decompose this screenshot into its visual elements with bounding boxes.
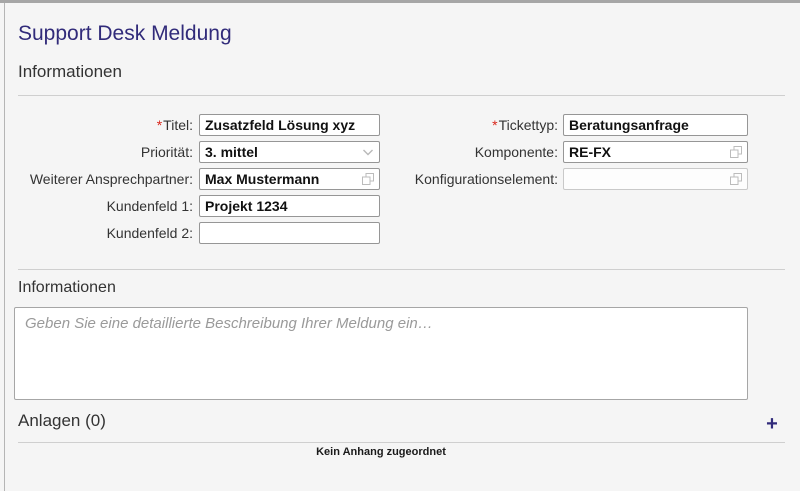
kundenfeld1-label: Kundenfeld 1: [8, 195, 193, 217]
value-help-icon[interactable] [729, 145, 743, 159]
konfigurationselement-input[interactable] [564, 169, 747, 189]
titel-field [199, 114, 380, 136]
description-textarea[interactable] [14, 307, 748, 400]
prioritaet-select[interactable]: 3. mittel [199, 141, 380, 163]
konfigurationselement-label: Konfigurationselement: [398, 168, 558, 190]
kundenfeld1-field [199, 195, 380, 217]
ansprechpartner-input[interactable] [200, 169, 379, 189]
kundenfeld2-input[interactable] [200, 223, 379, 243]
tickettyp-label: *Tickettyp: [398, 114, 558, 136]
konfigurationselement-field [563, 168, 748, 190]
value-help-icon[interactable] [729, 172, 743, 186]
divider [18, 95, 785, 96]
page-title: Support Desk Meldung [18, 22, 232, 46]
komponente-input[interactable] [564, 142, 747, 162]
required-marker: * [492, 117, 497, 133]
form-column-left: *Titel: Priorität: 3. mittel Weiterer An… [8, 114, 380, 244]
page-left-border [4, 3, 5, 491]
add-attachment-button[interactable]: + [758, 411, 786, 437]
ansprechpartner-field [199, 168, 380, 190]
komponente-field [563, 141, 748, 163]
kundenfeld1-input[interactable] [200, 196, 379, 216]
tickettyp-input[interactable] [564, 115, 747, 135]
form-column-right: *Tickettyp: Komponente: Konfigurationsel… [398, 114, 748, 190]
tickettyp-field [563, 114, 748, 136]
kundenfeld2-label: Kundenfeld 2: [8, 222, 193, 244]
ansprechpartner-label: Weiterer Ansprechpartner: [8, 168, 193, 190]
divider [18, 269, 785, 270]
chevron-down-icon [361, 145, 375, 159]
prioritaet-label: Priorität: [8, 141, 193, 163]
section-heading-informationen: Informationen [18, 62, 122, 82]
support-desk-form: Support Desk Meldung Informationen *Tite… [0, 0, 800, 491]
prioritaet-selected-value: 3. mittel [200, 142, 379, 162]
value-help-icon[interactable] [361, 172, 375, 186]
description-section-heading: Informationen [18, 279, 116, 297]
divider [18, 442, 785, 443]
komponente-label: Komponente: [398, 141, 558, 163]
titel-label: *Titel: [8, 114, 193, 136]
kundenfeld2-field [199, 222, 380, 244]
required-marker: * [157, 117, 162, 133]
attachments-heading: Anlagen (0) [18, 411, 106, 431]
attachments-empty-message: Kein Anhang zugeordnet [0, 446, 762, 458]
titel-input[interactable] [200, 115, 379, 135]
